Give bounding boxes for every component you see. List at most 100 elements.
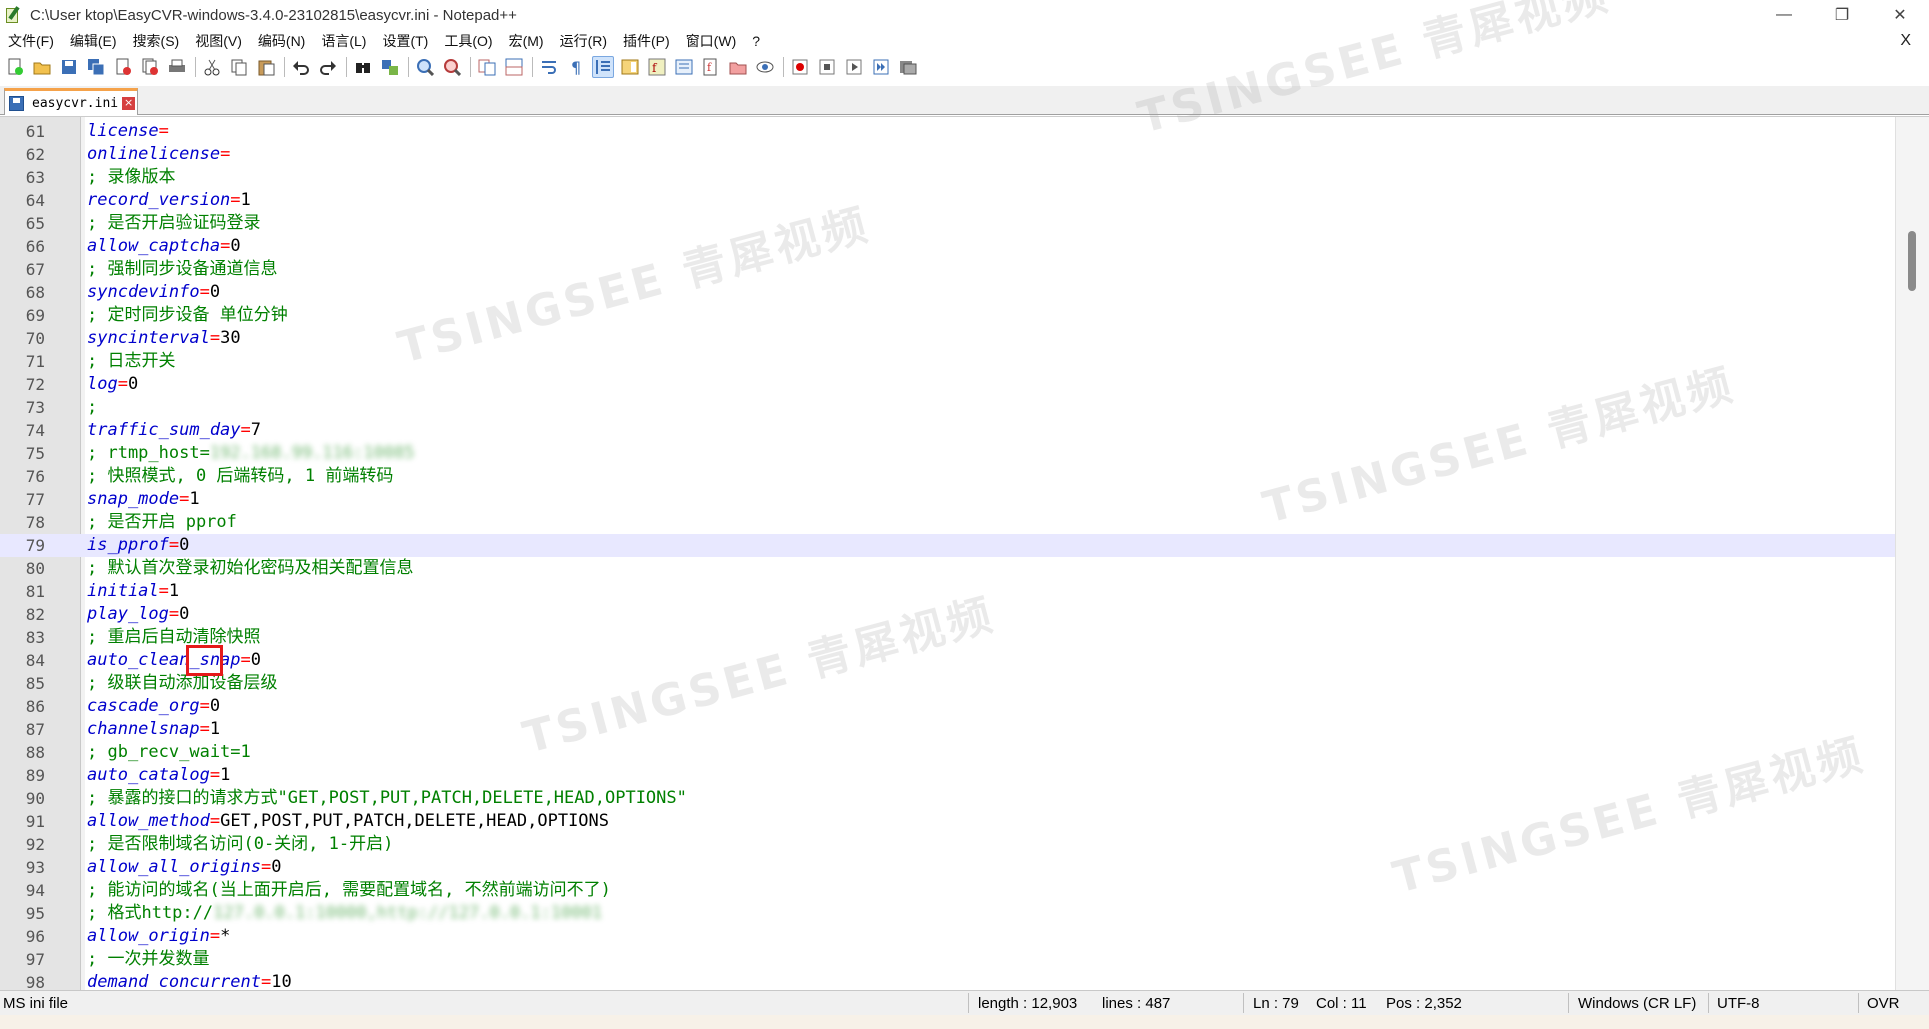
- line-number: 76: [25, 467, 45, 486]
- folder-workspace-icon[interactable]: [673, 56, 695, 78]
- code-line[interactable]: 73;: [0, 396, 1895, 419]
- menu-search[interactable]: 搜索(S): [125, 31, 188, 51]
- replace-icon[interactable]: [379, 56, 401, 78]
- code-line[interactable]: 71 ; 日志开关: [0, 350, 1895, 373]
- close-window-button[interactable]: ✕: [1871, 0, 1929, 30]
- code-line[interactable]: 94 ; 能访问的域名(当上面开启后, 需要配置域名, 不然前端访问不了): [0, 879, 1895, 902]
- indent-guide-icon[interactable]: [592, 56, 614, 78]
- paste-icon[interactable]: [255, 56, 277, 78]
- code-line[interactable]: 97 ; 一次并发数量: [0, 948, 1895, 971]
- undo-icon[interactable]: [290, 56, 312, 78]
- tab-easycvr-ini[interactable]: easycvr.ini ×: [4, 88, 138, 115]
- play-macro-icon[interactable]: [843, 56, 865, 78]
- code-line[interactable]: 93 allow_all_origins=0: [0, 856, 1895, 879]
- code-line[interactable]: 70 syncinterval=30: [0, 327, 1895, 350]
- tab-close-icon[interactable]: ×: [122, 96, 136, 110]
- vertical-scrollbar[interactable]: [1895, 117, 1929, 990]
- new-file-icon[interactable]: [4, 56, 26, 78]
- redo-icon[interactable]: [317, 56, 339, 78]
- code-line[interactable]: 91 allow_method=GET,POST,PUT,PATCH,DELETE…: [0, 810, 1895, 833]
- code-line[interactable]: 92 ; 是否限制域名访问(0-关闭, 1-开启): [0, 833, 1895, 856]
- menu-help[interactable]: ?: [744, 33, 768, 49]
- word-wrap-icon[interactable]: [538, 56, 560, 78]
- save-macro-icon[interactable]: [897, 56, 919, 78]
- menu-run[interactable]: 运行(R): [552, 31, 615, 51]
- sync-vertical-icon[interactable]: [476, 56, 498, 78]
- menu-macro[interactable]: 宏(M): [501, 31, 552, 51]
- line-content: cascade_org=0: [87, 695, 220, 718]
- cut-icon[interactable]: [201, 56, 223, 78]
- code-line[interactable]: 79 is_pprof=0: [0, 534, 1895, 557]
- line-number: 65: [25, 214, 45, 233]
- line-content: log=0: [87, 373, 138, 396]
- restore-button[interactable]: ❐: [1813, 0, 1871, 30]
- code-line[interactable]: 62 onlinelicense=: [0, 143, 1895, 166]
- file-browser-icon[interactable]: [727, 56, 749, 78]
- code-line[interactable]: 69 ; 定时同步设备 单位分钟: [0, 304, 1895, 327]
- zoom-out-icon[interactable]: [441, 56, 463, 78]
- save-icon[interactable]: [58, 56, 80, 78]
- open-file-icon[interactable]: [31, 56, 53, 78]
- equals-sign: =: [199, 282, 210, 302]
- function-list-icon[interactable]: f: [646, 56, 668, 78]
- comment: ; 暴露的接口的请求方式"GET,POST,PUT,PATCH,DELETE,H…: [87, 788, 687, 808]
- menu-edit[interactable]: 编辑(E): [62, 31, 125, 51]
- minimize-button[interactable]: —: [1755, 0, 1813, 30]
- menu-tools[interactable]: 工具(O): [436, 31, 500, 51]
- code-line[interactable]: 63 ; 录像版本: [0, 166, 1895, 189]
- code-line[interactable]: 65 ; 是否开启验证码登录: [0, 212, 1895, 235]
- code-line[interactable]: 78 ; 是否开启 pprof: [0, 511, 1895, 534]
- code-line[interactable]: 98 demand_concurrent=10: [0, 971, 1895, 990]
- doc-switcher-icon[interactable]: f: [700, 56, 722, 78]
- close-icon[interactable]: [112, 56, 134, 78]
- code-line[interactable]: 96 allow_origin=*: [0, 925, 1895, 948]
- menu-settings[interactable]: 设置(T): [374, 31, 436, 51]
- print-icon[interactable]: [166, 56, 188, 78]
- line-content: ; rtmp_host=192.168.99.116:10085: [87, 442, 415, 465]
- code-line[interactable]: 89 auto_catalog=1: [0, 764, 1895, 787]
- record-macro-icon[interactable]: [789, 56, 811, 78]
- doc-map-icon[interactable]: [619, 56, 641, 78]
- code-line[interactable]: 85 ; 级联自动添加设备层级: [0, 672, 1895, 695]
- stop-record-icon[interactable]: [816, 56, 838, 78]
- code-line[interactable]: 87 channelsnap=1: [0, 718, 1895, 741]
- close-all-icon[interactable]: [139, 56, 161, 78]
- saved-file-icon: [9, 95, 24, 111]
- code-line[interactable]: 80 ; 默认首次登录初始化密码及相关配置信息: [0, 557, 1895, 580]
- code-line[interactable]: 90 ; 暴露的接口的请求方式"GET,POST,PUT,PATCH,DELETE…: [0, 787, 1895, 810]
- code-line[interactable]: 82 play_log=0: [0, 603, 1895, 626]
- close-document-button[interactable]: X: [1900, 32, 1911, 50]
- code-line[interactable]: 77 snap_mode=1: [0, 488, 1895, 511]
- menu-view[interactable]: 视图(V): [187, 31, 250, 51]
- monitoring-icon[interactable]: [754, 56, 776, 78]
- code-line[interactable]: 88 ; gb_recv_wait=1: [0, 741, 1895, 764]
- copy-icon[interactable]: [228, 56, 250, 78]
- code-line[interactable]: 75 ; rtmp_host=192.168.99.116:10085: [0, 442, 1895, 465]
- editor[interactable]: 61 license= 62 onlinelicense= 63; 录像版本 64 reco…: [0, 116, 1929, 990]
- scrollbar-thumb[interactable]: [1908, 231, 1916, 291]
- menu-plugins[interactable]: 插件(P): [615, 31, 678, 51]
- code-line[interactable]: 86 cascade_org=0: [0, 695, 1895, 718]
- zoom-in-icon[interactable]: [414, 56, 436, 78]
- code-line[interactable]: 95 ; 格式http://127.0.0.1:10000,http://127.…: [0, 902, 1895, 925]
- menu-window[interactable]: 窗口(W): [678, 31, 745, 51]
- find-icon[interactable]: [352, 56, 374, 78]
- code-line[interactable]: 72 log=0: [0, 373, 1895, 396]
- code-line[interactable]: 84 auto_clean_snap=0: [0, 649, 1895, 672]
- code-line[interactable]: 64 record_version=1: [0, 189, 1895, 212]
- menu-encoding[interactable]: 编码(N): [250, 31, 313, 51]
- code-line[interactable]: 61 license=: [0, 120, 1895, 143]
- code-line[interactable]: 66 allow_captcha=0: [0, 235, 1895, 258]
- code-line[interactable]: 76 ; 快照模式, 0 后端转码, 1 前端转码: [0, 465, 1895, 488]
- code-line[interactable]: 83 ; 重启后自动清除快照: [0, 626, 1895, 649]
- code-line[interactable]: 68 syncdevinfo=0: [0, 281, 1895, 304]
- sync-horizontal-icon[interactable]: [503, 56, 525, 78]
- menu-language[interactable]: 语言(L): [313, 31, 374, 51]
- code-line[interactable]: 67 ; 强制同步设备通道信息: [0, 258, 1895, 281]
- save-all-icon[interactable]: [85, 56, 107, 78]
- show-all-chars-icon[interactable]: ¶: [565, 56, 587, 78]
- run-macro-multiple-icon[interactable]: [870, 56, 892, 78]
- code-line[interactable]: 74 traffic_sum_day=7: [0, 419, 1895, 442]
- menu-file[interactable]: 文件(F): [0, 31, 62, 51]
- code-line[interactable]: 81 initial=1: [0, 580, 1895, 603]
